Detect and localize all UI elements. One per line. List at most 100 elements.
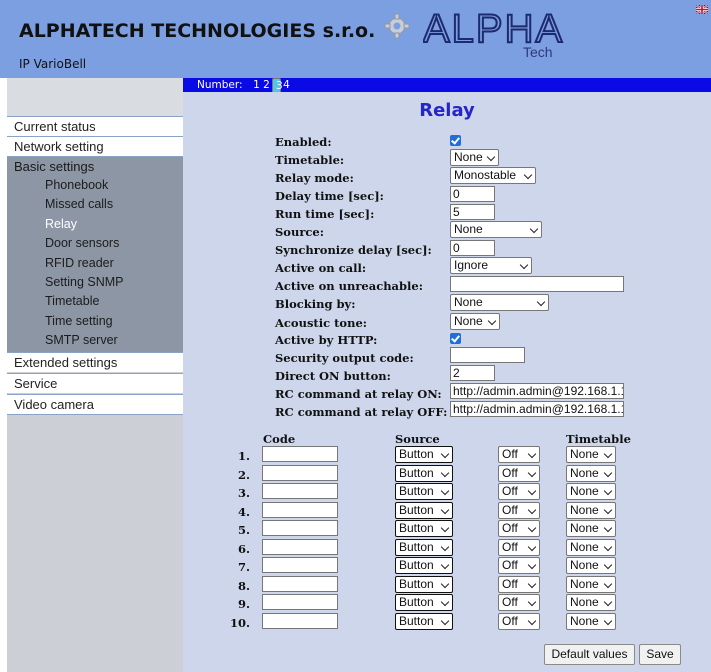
code-input[interactable] xyxy=(262,557,338,573)
chevron-down-icon xyxy=(536,297,546,307)
sidebar-sub-missed-calls[interactable]: Missed calls xyxy=(7,195,183,214)
code-source-select[interactable]: Button xyxy=(395,465,453,482)
direct-on-button-input[interactable]: 2 xyxy=(450,365,495,381)
code-source-select[interactable]: Button xyxy=(395,446,453,463)
code-source-select[interactable]: Button xyxy=(395,557,453,574)
code-input[interactable] xyxy=(262,465,338,481)
codes-header-timetable: Timetable xyxy=(566,432,631,446)
sync-delay-input[interactable]: 0 xyxy=(450,240,495,256)
chevron-down-icon xyxy=(603,597,613,607)
code-timetable-select[interactable]: None xyxy=(566,576,616,593)
code-source-select[interactable]: Button xyxy=(395,576,453,593)
chevron-down-icon xyxy=(523,170,533,180)
chevron-down-icon xyxy=(603,542,613,552)
code-timetable-select[interactable]: None xyxy=(566,594,616,611)
code-timetable-select[interactable]: None xyxy=(566,613,616,630)
row-number: 2. xyxy=(237,468,250,482)
code-state-select[interactable]: Off xyxy=(498,483,540,500)
chevron-down-icon xyxy=(527,468,537,478)
chevron-down-icon xyxy=(529,224,539,234)
number-link-1[interactable]: 1 xyxy=(252,78,261,92)
sidebar-sub-rfid-reader[interactable]: RFID reader xyxy=(7,254,183,273)
number-link-2[interactable]: 2 xyxy=(262,78,271,92)
label-source: Source: xyxy=(275,225,324,239)
row-number: 8. xyxy=(237,579,250,593)
sidebar-sub-relay[interactable]: Relay xyxy=(7,215,183,234)
code-state-select[interactable]: Off xyxy=(498,557,540,574)
code-state-select[interactable]: Off xyxy=(498,502,540,519)
sidebar-item-extended-settings[interactable]: Extended settings xyxy=(7,352,183,372)
chevron-down-icon xyxy=(603,560,613,570)
chevron-down-icon xyxy=(527,560,537,570)
code-timetable-select[interactable]: None xyxy=(566,502,616,519)
rc-on-input[interactable]: http://admin.admin@192.168.1.1 xyxy=(450,383,624,399)
code-source-select[interactable]: Button xyxy=(395,594,453,611)
code-state-select[interactable]: Off xyxy=(498,576,540,593)
sidebar-item-network-setting[interactable]: Network setting xyxy=(7,136,183,156)
active-on-unreachable-input[interactable] xyxy=(450,276,624,292)
code-timetable-select[interactable]: None xyxy=(566,465,616,482)
chevron-down-icon xyxy=(603,449,613,459)
sidebar-sub-smtp-server[interactable]: SMTP server xyxy=(7,331,183,350)
chevron-down-icon xyxy=(487,316,497,326)
code-input[interactable] xyxy=(262,520,338,536)
code-state-select[interactable]: Off xyxy=(498,539,540,556)
source-select[interactable]: None xyxy=(450,221,542,238)
code-source-select[interactable]: Button xyxy=(395,539,453,556)
timetable-select[interactable]: None xyxy=(450,149,499,166)
acoustic-tone-select[interactable]: None xyxy=(450,313,500,330)
codes-header-source: Source xyxy=(395,432,440,446)
sidebar-item-video-camera[interactable]: Video camera xyxy=(7,394,183,415)
sidebar-item-basic-settings[interactable]: Basic settings xyxy=(7,157,183,176)
code-input[interactable] xyxy=(262,483,338,499)
code-input[interactable] xyxy=(262,539,338,555)
code-source-select[interactable]: Button xyxy=(395,502,453,519)
chevron-down-icon xyxy=(440,449,450,459)
default-values-button[interactable]: Default values xyxy=(544,644,635,665)
sidebar-item-current-status[interactable]: Current status xyxy=(7,116,183,136)
rc-off-input[interactable]: http://admin.admin@192.168.1.1 xyxy=(450,401,624,417)
code-timetable-select[interactable]: None xyxy=(566,483,616,500)
security-output-code-input[interactable] xyxy=(450,347,525,363)
relay-mode-select[interactable]: Monostable xyxy=(450,167,536,184)
blocking-by-select[interactable]: None xyxy=(450,294,549,311)
sidebar-sub-timetable[interactable]: Timetable xyxy=(7,292,183,311)
code-input[interactable] xyxy=(262,576,338,592)
active-by-http-checkbox[interactable] xyxy=(450,333,461,344)
label-active-by-http: Active by HTTP: xyxy=(275,333,378,347)
code-state-select[interactable]: Off xyxy=(498,465,540,482)
delay-time-input[interactable]: 0 xyxy=(450,186,495,202)
sidebar-sub-phonebook[interactable]: Phonebook xyxy=(7,176,183,195)
run-time-input[interactable]: 5 xyxy=(450,204,495,220)
code-input[interactable] xyxy=(262,594,338,610)
sidebar-sub-time-setting[interactable]: Time setting xyxy=(7,312,183,331)
sidebar-sub-setting-snmp[interactable]: Setting SNMP xyxy=(7,273,183,292)
code-state-select[interactable]: Off xyxy=(498,446,540,463)
code-source-select[interactable]: Button xyxy=(395,520,453,537)
code-timetable-select[interactable]: None xyxy=(566,557,616,574)
page-header: ALPHATECH TECHNOLOGIES s.r.o. IP VarioBe… xyxy=(0,0,711,78)
sidebar-item-service[interactable]: Service xyxy=(7,373,183,393)
number-link-4[interactable]: 4 xyxy=(282,78,291,92)
enabled-checkbox[interactable] xyxy=(450,135,461,146)
save-button[interactable]: Save xyxy=(639,644,681,665)
code-source-select[interactable]: Button xyxy=(395,483,453,500)
uk-flag-icon[interactable] xyxy=(696,5,708,14)
code-source-select[interactable]: Button xyxy=(395,613,453,630)
row-number: 6. xyxy=(237,542,250,556)
code-state-select[interactable]: Off xyxy=(498,613,540,630)
sidebar-sub-door-sensors[interactable]: Door sensors xyxy=(7,234,183,253)
code-state-select[interactable]: Off xyxy=(498,520,540,537)
label-delay-time: Delay time [sec]: xyxy=(275,189,384,203)
label-relay-mode: Relay mode: xyxy=(275,171,354,185)
code-state-select[interactable]: Off xyxy=(498,594,540,611)
code-input[interactable] xyxy=(262,446,338,462)
code-input[interactable] xyxy=(262,613,338,629)
active-on-call-select[interactable]: Ignore xyxy=(450,257,532,274)
code-input[interactable] xyxy=(262,502,338,518)
number-bar: Number: 1 2 3 4 xyxy=(183,78,711,95)
code-timetable-select[interactable]: None xyxy=(566,520,616,537)
label-active-on-unreachable: Active on unreachable: xyxy=(275,279,423,293)
code-timetable-select[interactable]: None xyxy=(566,446,616,463)
code-timetable-select[interactable]: None xyxy=(566,539,616,556)
